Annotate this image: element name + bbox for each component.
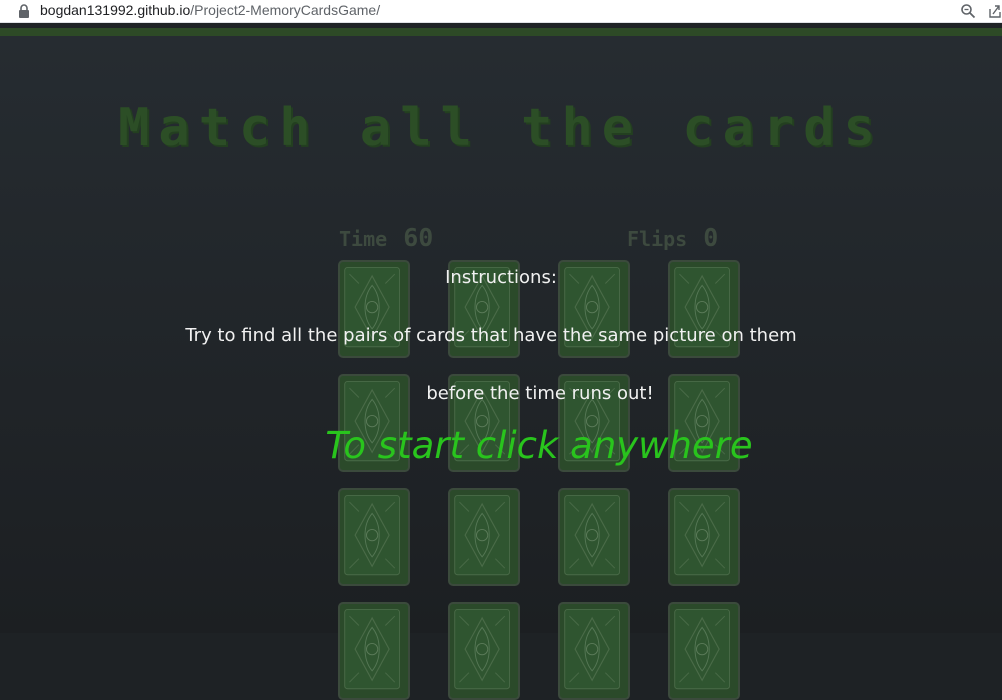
url-path: /Project2-MemoryCardsGame/: [190, 2, 381, 18]
lock-icon: [19, 4, 29, 18]
address-url[interactable]: bogdan131992.github.io/Project2-MemoryCa…: [40, 2, 380, 18]
zoom-icon[interactable]: [960, 3, 976, 19]
start-prompt[interactable]: To start click anywhere: [38, 424, 1002, 467]
instructions-line-1: Try to find all the pairs of cards that …: [185, 325, 797, 346]
share-icon[interactable]: [988, 3, 1002, 19]
page-top-stripe: [0, 28, 1002, 36]
instructions-line-2: before the time runs out!: [426, 383, 654, 404]
browser-address-bar[interactable]: bogdan131992.github.io/Project2-MemoryCa…: [0, 0, 1002, 23]
instructions-title: Instructions:: [445, 267, 557, 288]
url-host: bogdan131992.github.io: [40, 2, 191, 18]
instructions-overlay[interactable]: Instructions: Try to find all the pairs …: [0, 36, 1002, 633]
